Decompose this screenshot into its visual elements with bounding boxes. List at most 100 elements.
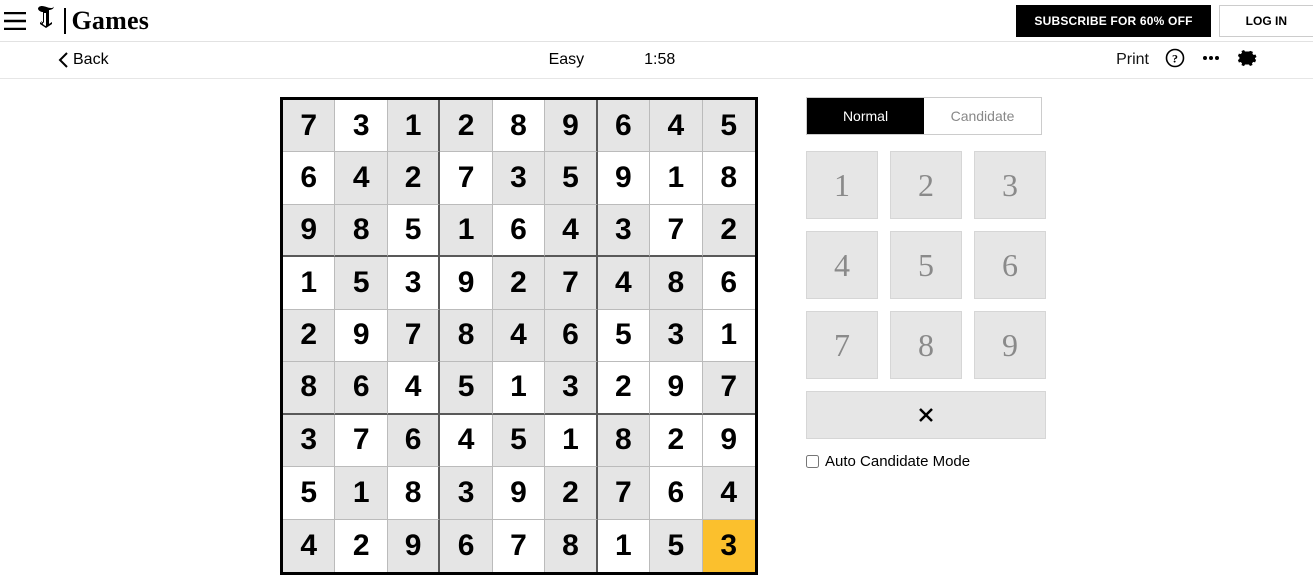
sudoku-cell[interactable]: 4 bbox=[703, 467, 755, 519]
sudoku-cell[interactable]: 5 bbox=[283, 467, 335, 519]
sudoku-cell[interactable]: 6 bbox=[650, 467, 702, 519]
sudoku-cell[interactable]: 2 bbox=[440, 100, 492, 152]
sudoku-cell[interactable]: 6 bbox=[703, 257, 755, 309]
sudoku-cell[interactable]: 2 bbox=[650, 415, 702, 467]
numpad-9[interactable]: 9 bbox=[974, 311, 1046, 379]
sudoku-cell[interactable]: 8 bbox=[598, 415, 650, 467]
sudoku-cell[interactable]: 8 bbox=[650, 257, 702, 309]
brand-label[interactable]: Games bbox=[72, 6, 150, 36]
sudoku-cell[interactable]: 9 bbox=[335, 310, 387, 362]
sudoku-cell[interactable]: 2 bbox=[335, 520, 387, 572]
sudoku-cell[interactable]: 3 bbox=[650, 310, 702, 362]
numpad-5[interactable]: 5 bbox=[890, 231, 962, 299]
sudoku-cell[interactable]: 3 bbox=[335, 100, 387, 152]
subscribe-button[interactable]: SUBSCRIBE FOR 60% OFF bbox=[1016, 5, 1210, 37]
sudoku-cell[interactable]: 1 bbox=[283, 257, 335, 309]
nyt-t-logo[interactable] bbox=[36, 4, 64, 37]
sudoku-cell[interactable]: 5 bbox=[388, 205, 440, 257]
login-button[interactable]: LOG IN bbox=[1219, 5, 1313, 37]
numpad-4[interactable]: 4 bbox=[806, 231, 878, 299]
sudoku-cell[interactable]: 4 bbox=[650, 100, 702, 152]
numpad-8[interactable]: 8 bbox=[890, 311, 962, 379]
sudoku-cell[interactable]: 3 bbox=[703, 520, 755, 572]
sudoku-cell[interactable]: 6 bbox=[283, 152, 335, 204]
erase-button[interactable] bbox=[806, 391, 1046, 439]
sudoku-cell[interactable]: 2 bbox=[388, 152, 440, 204]
sudoku-cell[interactable]: 5 bbox=[440, 362, 492, 414]
sudoku-cell[interactable]: 4 bbox=[493, 310, 545, 362]
sudoku-cell[interactable]: 1 bbox=[335, 467, 387, 519]
sudoku-cell[interactable]: 8 bbox=[545, 520, 597, 572]
sudoku-cell[interactable]: 2 bbox=[283, 310, 335, 362]
sudoku-cell[interactable]: 3 bbox=[388, 257, 440, 309]
sudoku-cell[interactable]: 9 bbox=[598, 152, 650, 204]
sudoku-cell[interactable]: 2 bbox=[703, 205, 755, 257]
print-button[interactable]: Print bbox=[1116, 51, 1149, 69]
sudoku-cell[interactable]: 1 bbox=[493, 362, 545, 414]
sudoku-cell[interactable]: 4 bbox=[388, 362, 440, 414]
mode-normal-button[interactable]: Normal bbox=[807, 98, 924, 134]
sudoku-cell[interactable]: 9 bbox=[545, 100, 597, 152]
help-icon[interactable]: ? bbox=[1165, 48, 1185, 73]
sudoku-cell[interactable]: 5 bbox=[703, 100, 755, 152]
sudoku-cell[interactable]: 7 bbox=[545, 257, 597, 309]
auto-candidate-toggle[interactable]: Auto Candidate Mode bbox=[806, 453, 1042, 470]
sudoku-cell[interactable]: 5 bbox=[545, 152, 597, 204]
settings-icon[interactable] bbox=[1237, 48, 1257, 73]
sudoku-cell[interactable]: 5 bbox=[335, 257, 387, 309]
sudoku-cell[interactable]: 7 bbox=[598, 467, 650, 519]
sudoku-cell[interactable]: 7 bbox=[493, 520, 545, 572]
sudoku-cell[interactable]: 3 bbox=[493, 152, 545, 204]
sudoku-cell[interactable]: 9 bbox=[703, 415, 755, 467]
sudoku-cell[interactable]: 9 bbox=[650, 362, 702, 414]
sudoku-cell[interactable]: 5 bbox=[650, 520, 702, 572]
sudoku-cell[interactable]: 1 bbox=[440, 205, 492, 257]
sudoku-cell[interactable]: 6 bbox=[440, 520, 492, 572]
sudoku-cell[interactable]: 8 bbox=[283, 362, 335, 414]
sudoku-cell[interactable]: 6 bbox=[493, 205, 545, 257]
numpad-3[interactable]: 3 bbox=[974, 151, 1046, 219]
menu-icon[interactable] bbox=[0, 0, 36, 42]
sudoku-cell[interactable]: 4 bbox=[335, 152, 387, 204]
numpad-6[interactable]: 6 bbox=[974, 231, 1046, 299]
sudoku-cell[interactable]: 4 bbox=[283, 520, 335, 572]
sudoku-cell[interactable]: 3 bbox=[598, 205, 650, 257]
sudoku-cell[interactable]: 3 bbox=[545, 362, 597, 414]
sudoku-cell[interactable]: 1 bbox=[545, 415, 597, 467]
sudoku-cell[interactable]: 1 bbox=[703, 310, 755, 362]
sudoku-cell[interactable]: 5 bbox=[598, 310, 650, 362]
more-icon[interactable] bbox=[1201, 48, 1221, 73]
sudoku-cell[interactable]: 3 bbox=[440, 467, 492, 519]
sudoku-cell[interactable]: 8 bbox=[440, 310, 492, 362]
sudoku-cell[interactable]: 7 bbox=[650, 205, 702, 257]
auto-candidate-checkbox[interactable] bbox=[806, 455, 819, 468]
sudoku-cell[interactable]: 2 bbox=[598, 362, 650, 414]
sudoku-cell[interactable]: 1 bbox=[388, 100, 440, 152]
sudoku-cell[interactable]: 6 bbox=[598, 100, 650, 152]
sudoku-cell[interactable]: 4 bbox=[598, 257, 650, 309]
sudoku-cell[interactable]: 8 bbox=[335, 205, 387, 257]
numpad-7[interactable]: 7 bbox=[806, 311, 878, 379]
numpad-2[interactable]: 2 bbox=[890, 151, 962, 219]
sudoku-cell[interactable]: 7 bbox=[283, 100, 335, 152]
sudoku-cell[interactable]: 7 bbox=[335, 415, 387, 467]
sudoku-cell[interactable]: 8 bbox=[493, 100, 545, 152]
sudoku-cell[interactable]: 7 bbox=[440, 152, 492, 204]
sudoku-cell[interactable]: 9 bbox=[493, 467, 545, 519]
sudoku-cell[interactable]: 7 bbox=[388, 310, 440, 362]
sudoku-cell[interactable]: 4 bbox=[545, 205, 597, 257]
sudoku-cell[interactable]: 8 bbox=[388, 467, 440, 519]
back-button[interactable]: Back bbox=[58, 51, 109, 69]
sudoku-cell[interactable]: 2 bbox=[545, 467, 597, 519]
sudoku-cell[interactable]: 7 bbox=[703, 362, 755, 414]
sudoku-cell[interactable]: 3 bbox=[283, 415, 335, 467]
sudoku-cell[interactable]: 1 bbox=[598, 520, 650, 572]
sudoku-cell[interactable]: 9 bbox=[388, 520, 440, 572]
sudoku-cell[interactable]: 6 bbox=[388, 415, 440, 467]
sudoku-cell[interactable]: 8 bbox=[703, 152, 755, 204]
sudoku-cell[interactable]: 6 bbox=[545, 310, 597, 362]
sudoku-cell[interactable]: 1 bbox=[650, 152, 702, 204]
sudoku-cell[interactable]: 9 bbox=[283, 205, 335, 257]
sudoku-cell[interactable]: 4 bbox=[440, 415, 492, 467]
sudoku-cell[interactable]: 9 bbox=[440, 257, 492, 309]
